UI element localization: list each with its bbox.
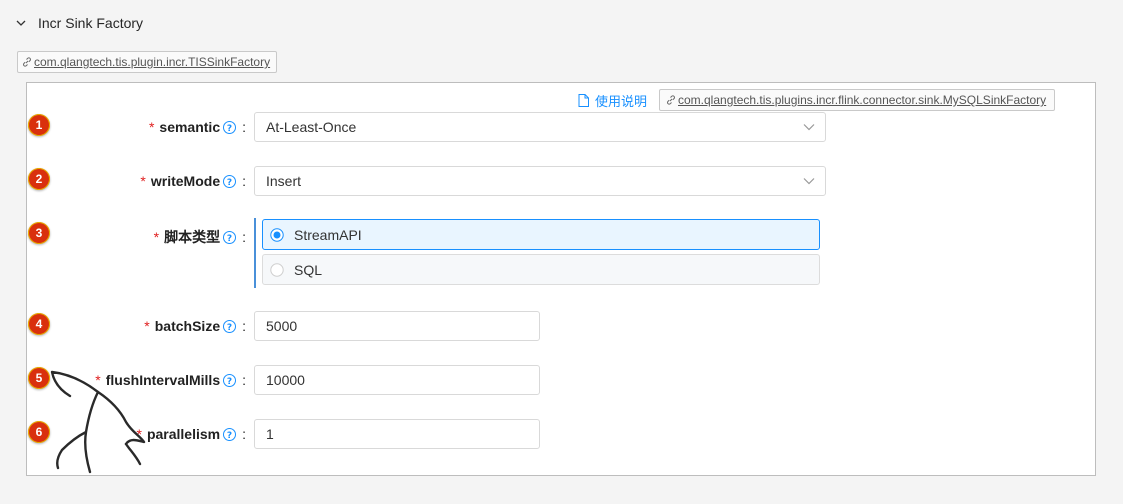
semantic-value: At-Least-Once xyxy=(266,119,357,135)
select-arrow-icon xyxy=(803,178,815,185)
writemode-select[interactable]: Insert xyxy=(254,166,826,196)
sink-plugin-name: com.qlangtech.tis.plugins.incr.flink.con… xyxy=(678,93,1047,107)
svg-text:?: ? xyxy=(227,177,232,187)
label-colon: : xyxy=(242,318,246,334)
label-colon: : xyxy=(242,426,246,442)
radio-unchecked-icon xyxy=(270,262,284,277)
link-icon xyxy=(667,95,675,105)
step-badge: 2 xyxy=(28,168,50,190)
flushintervalmills-value: 10000 xyxy=(266,372,305,388)
chevron-down-icon xyxy=(16,20,26,26)
label-colon: : xyxy=(242,173,246,189)
batchsize-value: 5000 xyxy=(266,318,298,334)
section-header[interactable]: Incr Sink Factory xyxy=(16,12,143,34)
radio-option-sql[interactable]: SQL xyxy=(262,254,820,285)
help-icon[interactable]: ? xyxy=(223,427,237,441)
sink-config-panel: 使用说明 com.qlangtech.tis.plugins.incr.flin… xyxy=(26,82,1096,476)
radio-label: StreamAPI xyxy=(294,226,362,243)
batchsize-input[interactable]: 5000 xyxy=(254,311,540,341)
label-colon: : xyxy=(242,119,246,135)
flushintervalmills-input[interactable]: 10000 xyxy=(254,365,540,395)
field-label-batchsize: * batchSize ? : xyxy=(144,318,246,334)
svg-text:?: ? xyxy=(227,233,232,243)
svg-text:?: ? xyxy=(227,123,232,133)
field-label-writemode: * writeMode ? : xyxy=(140,173,246,189)
svg-text:?: ? xyxy=(227,322,232,332)
script-type-radio-group: StreamAPI SQL xyxy=(254,218,822,288)
field-label-text: parallelism xyxy=(146,426,221,442)
field-label-text: 脚本类型 xyxy=(164,229,221,245)
help-icon[interactable]: ? xyxy=(223,319,237,333)
select-arrow-icon xyxy=(803,124,815,131)
step-badge: 3 xyxy=(28,222,50,244)
required-mark: * xyxy=(136,426,142,442)
field-label-parallelism: * parallelism ? : xyxy=(137,426,247,442)
parallelism-value: 1 xyxy=(266,426,274,442)
document-icon xyxy=(578,94,589,107)
link-icon xyxy=(23,57,31,67)
usage-doc-link[interactable]: 使用说明 xyxy=(578,91,647,110)
field-label-semantic: * semantic ? : xyxy=(149,119,246,135)
required-mark: * xyxy=(144,318,150,334)
label-colon: : xyxy=(242,372,246,388)
svg-text:?: ? xyxy=(227,430,232,440)
required-mark: * xyxy=(148,119,155,135)
outer-plugin-name: com.qlangtech.tis.plugin.incr.TISSinkFac… xyxy=(34,55,271,69)
help-icon[interactable]: ? xyxy=(223,120,237,134)
help-icon[interactable]: ? xyxy=(223,174,237,188)
parallelism-input[interactable]: 1 xyxy=(254,419,540,449)
step-badge: 6 xyxy=(28,421,50,443)
step-badge: 1 xyxy=(28,114,50,136)
required-mark: * xyxy=(153,229,160,245)
outer-plugin-link[interactable]: com.qlangtech.tis.plugin.incr.TISSinkFac… xyxy=(17,51,278,73)
svg-text:?: ? xyxy=(227,376,232,386)
field-label-text: flushIntervalMills xyxy=(105,372,221,388)
semantic-select[interactable]: At-Least-Once xyxy=(254,112,826,142)
usage-doc-label: 使用说明 xyxy=(595,94,648,109)
radio-checked-icon xyxy=(270,227,284,242)
field-label-text: writeMode xyxy=(150,173,221,189)
required-mark: * xyxy=(95,372,101,388)
step-badge: 5 xyxy=(28,367,50,389)
field-label-text: batchSize xyxy=(154,318,221,334)
label-colon: : xyxy=(242,229,246,245)
field-label-text: semantic xyxy=(159,119,221,135)
required-mark: * xyxy=(140,173,146,189)
section-title: Incr Sink Factory xyxy=(38,15,144,31)
help-icon[interactable]: ? xyxy=(223,373,237,387)
field-label-flushintervalmills: * flushIntervalMills ? : xyxy=(95,372,246,388)
radio-option-streamapi[interactable]: StreamAPI xyxy=(262,219,820,250)
field-label-script-type: * 脚本类型 ? : xyxy=(154,227,246,247)
sink-plugin-link[interactable]: com.qlangtech.tis.plugins.incr.flink.con… xyxy=(659,89,1056,111)
writemode-value: Insert xyxy=(266,173,302,189)
radio-label: SQL xyxy=(294,261,323,278)
step-badge: 4 xyxy=(28,313,50,335)
help-icon[interactable]: ? xyxy=(223,230,237,244)
